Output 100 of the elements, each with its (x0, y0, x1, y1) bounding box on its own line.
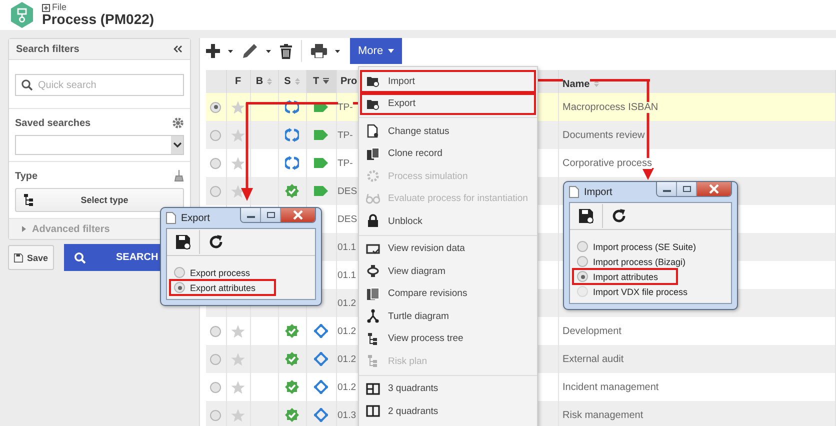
code-cell: 01.3 (338, 410, 356, 421)
printer-icon[interactable] (311, 44, 327, 58)
star-icon[interactable] (231, 100, 245, 114)
tag-icon (314, 130, 328, 140)
maximize-icon (266, 211, 276, 219)
refresh-icon[interactable] (208, 234, 224, 250)
dialog-title: Import (584, 186, 614, 198)
add-icon[interactable] (206, 44, 220, 58)
caret-icon[interactable] (335, 50, 340, 52)
column-header[interactable]: Name (562, 78, 590, 90)
row-radio[interactable] (210, 186, 222, 197)
row-radio[interactable] (210, 382, 222, 393)
expand-icon[interactable] (42, 4, 50, 12)
diamond-icon (314, 352, 328, 366)
check-badge-icon (285, 352, 299, 366)
close-icon (708, 184, 720, 194)
caret-icon (388, 49, 394, 53)
tag-icon (314, 158, 328, 168)
check-badge-icon (285, 408, 299, 422)
branch-icon (366, 309, 380, 324)
pencil-icon[interactable] (242, 43, 258, 59)
column-header[interactable]: S (284, 76, 291, 87)
quad3-icon (366, 382, 380, 396)
maximize-button[interactable] (677, 182, 697, 196)
diamond-icon (314, 324, 328, 338)
triangle-icon (21, 226, 27, 232)
menu-item[interactable]: Clone record (360, 142, 536, 165)
row-radio[interactable] (210, 158, 222, 169)
section-label: Saved searches (15, 118, 91, 128)
menu-item[interactable]: View diagram (360, 260, 536, 282)
row-radio[interactable] (210, 410, 222, 421)
copy-icon (366, 146, 380, 161)
trash-icon[interactable] (280, 44, 292, 58)
minimize-button[interactable] (241, 208, 261, 222)
breadcrumb-link[interactable]: File (52, 2, 67, 12)
caret-icon[interactable] (228, 50, 233, 52)
doc-icon (366, 124, 380, 138)
lock-icon (366, 214, 380, 228)
caret-icon[interactable] (266, 50, 271, 52)
star-icon[interactable] (231, 324, 245, 338)
more-menu-button[interactable]: More (350, 38, 402, 64)
save-icon[interactable] (175, 234, 191, 250)
row-radio[interactable] (210, 326, 222, 337)
star-icon[interactable] (231, 156, 245, 170)
radio-option[interactable]: Import attributes (574, 270, 676, 283)
search-icon (74, 252, 86, 264)
select-type-button[interactable]: Select type (15, 188, 184, 212)
page-title: Process (PM022) (42, 12, 154, 28)
star-icon[interactable] (231, 352, 245, 366)
code-cell: 01.2 (338, 354, 356, 365)
sort-descending-icon[interactable] (323, 78, 330, 84)
minimize-button[interactable] (657, 182, 677, 196)
row-radio[interactable] (210, 102, 222, 113)
tree-icon (24, 194, 34, 206)
close-button[interactable] (281, 208, 315, 222)
menu-item[interactable]: 3 quadrants (360, 378, 536, 400)
sort-icon[interactable] (594, 80, 599, 88)
glasses-icon (366, 192, 380, 206)
menu-item[interactable]: Import (360, 70, 536, 92)
menu-item[interactable]: Unblock (360, 210, 536, 232)
maximize-button[interactable] (261, 208, 281, 222)
star-icon[interactable] (231, 380, 245, 394)
compare-icon (366, 286, 380, 301)
name-cell: External audit (562, 354, 624, 365)
code-cell: 01.2 (338, 382, 356, 393)
column-header[interactable]: Pro (340, 76, 358, 87)
close-button[interactable] (697, 182, 731, 196)
menu-item[interactable]: View process tree (360, 328, 536, 350)
check-badge-icon (285, 184, 299, 198)
check-badge-icon (285, 380, 299, 394)
menu-item[interactable]: View revision data (360, 238, 536, 260)
code-cell: TP- (338, 158, 353, 169)
row-radio[interactable] (210, 354, 222, 365)
column-header[interactable]: T (312, 76, 320, 87)
menu-item[interactable]: Change status (360, 120, 536, 142)
name-cell: Documents review (562, 130, 645, 141)
menu-item[interactable]: Compare revisions (360, 282, 536, 305)
column-header[interactable]: F (234, 76, 242, 87)
menu-item[interactable]: Export (360, 92, 536, 115)
column-header[interactable]: B (256, 76, 264, 87)
settings-icon[interactable] (172, 117, 184, 129)
quick-search-field[interactable]: Quick search (15, 74, 184, 96)
radio-option[interactable]: Import process (Bizagi) (574, 255, 689, 268)
refresh-icon[interactable] (611, 208, 627, 224)
code-cell: TP- (338, 130, 353, 141)
collapse-icon[interactable] (173, 45, 183, 53)
code-cell: 01.2 (338, 326, 356, 337)
star-icon[interactable] (231, 128, 245, 142)
broom-icon[interactable] (174, 170, 184, 182)
check-badge-icon (285, 324, 299, 338)
tree-icon (366, 332, 380, 346)
cycle-icon (285, 156, 299, 170)
radio-option[interactable]: Export attributes (171, 281, 274, 294)
menu-item[interactable]: 2 quadrants (360, 400, 536, 422)
menu-item[interactable]: Turtle diagram (360, 305, 536, 328)
star-icon[interactable] (231, 408, 245, 422)
save-icon[interactable] (578, 208, 594, 224)
row-radio[interactable] (210, 130, 222, 141)
star-icon[interactable] (231, 184, 245, 198)
save-button[interactable]: Save (8, 245, 54, 270)
